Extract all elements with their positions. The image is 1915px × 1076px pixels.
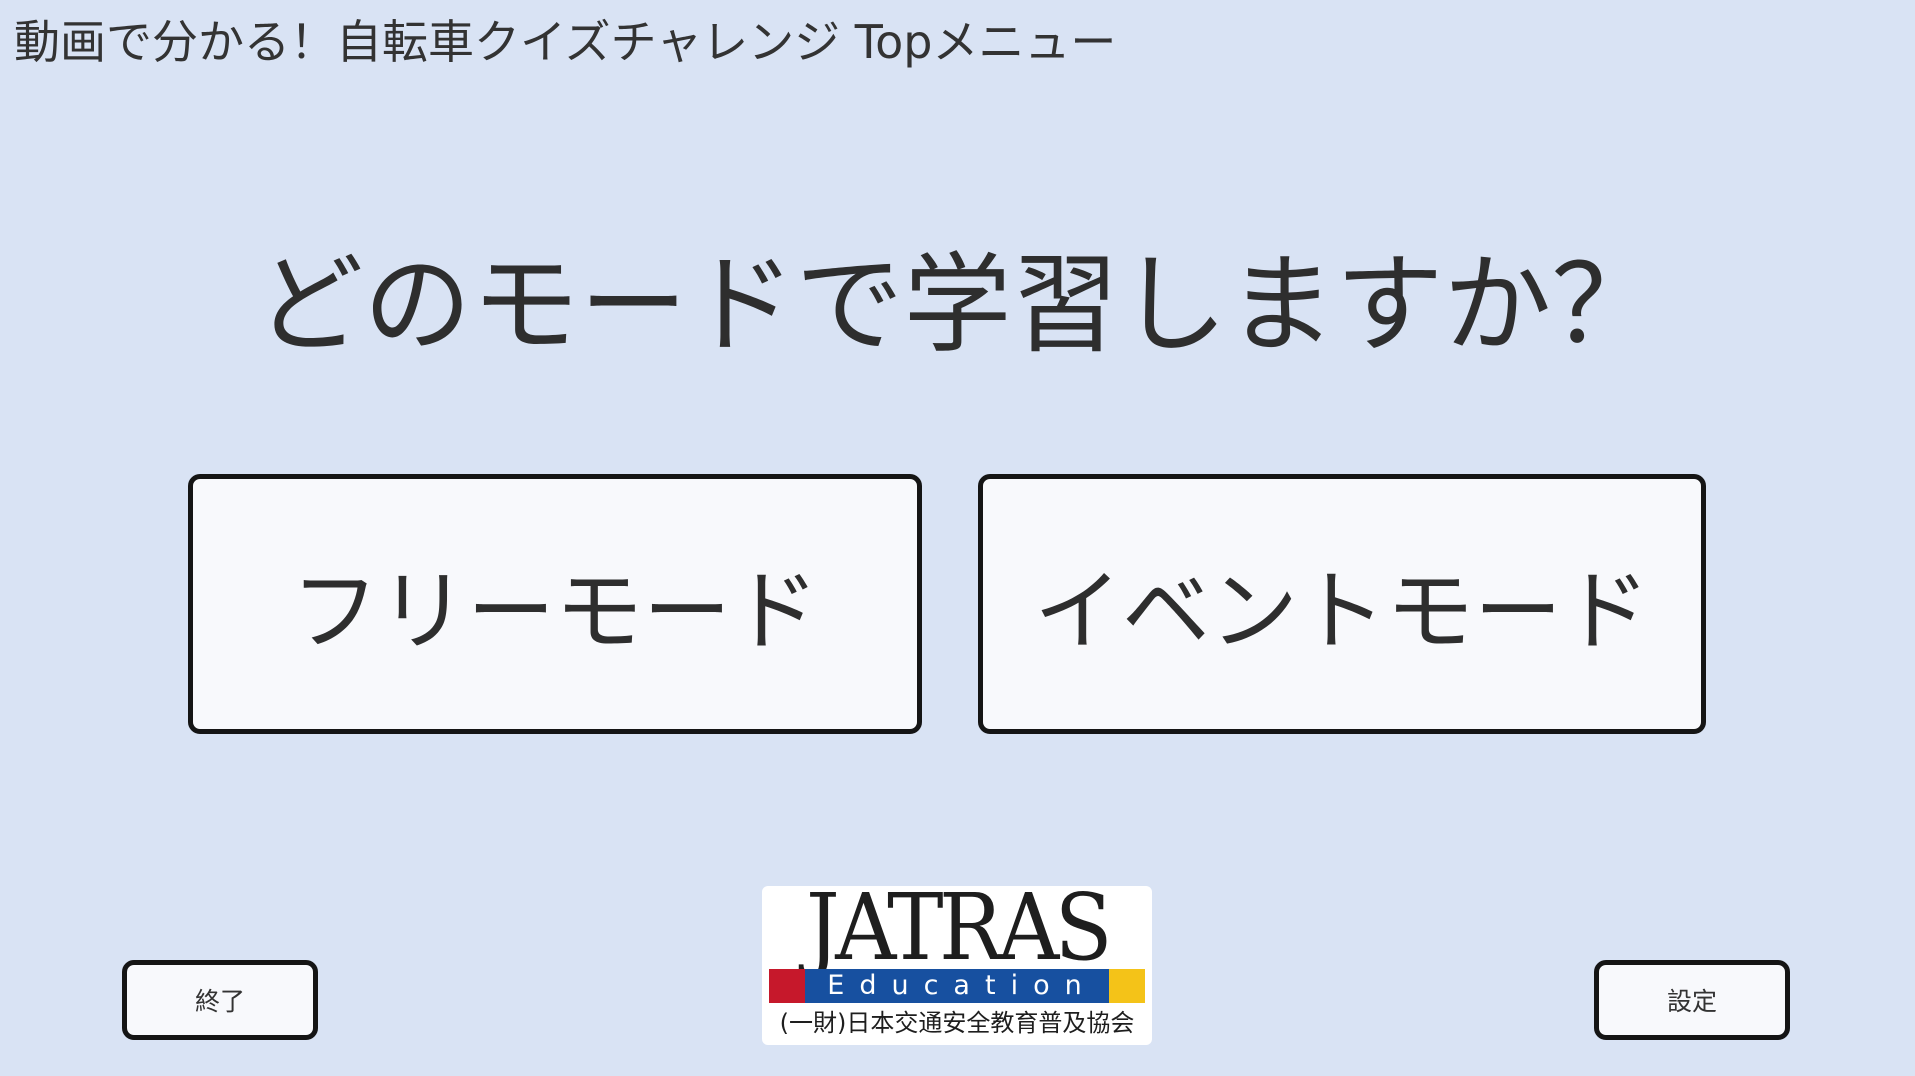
logo-red-block <box>769 969 805 1003</box>
event-mode-button[interactable]: イベントモード <box>978 474 1706 734</box>
settings-button[interactable]: 設定 <box>1594 960 1790 1040</box>
settings-label: 設定 <box>1666 987 1717 1016</box>
jatras-logo: JATRAS Education (一財)日本交通安全教育普及協会 <box>762 886 1152 1045</box>
logo-organization-name: (一財)日本交通安全教育普及協会 <box>779 1009 1135 1037</box>
logo-wordmark: JATRAS <box>805 886 1113 981</box>
exit-button[interactable]: 終了 <box>122 960 318 1040</box>
logo-education-text: Education <box>805 969 1109 1003</box>
mode-question-heading: どのモードで学習しますか？ <box>255 243 1660 368</box>
exit-label: 終了 <box>194 987 245 1016</box>
free-mode-label: フリーモード <box>290 559 819 663</box>
event-mode-label: イベントモード <box>1033 559 1650 663</box>
app-title: 動画で分かる！自転車クイズチャレンジ Topメニュー <box>14 15 1117 69</box>
logo-color-band: Education <box>769 969 1145 1003</box>
free-mode-button[interactable]: フリーモード <box>188 474 922 734</box>
logo-yellow-block <box>1109 969 1145 1003</box>
